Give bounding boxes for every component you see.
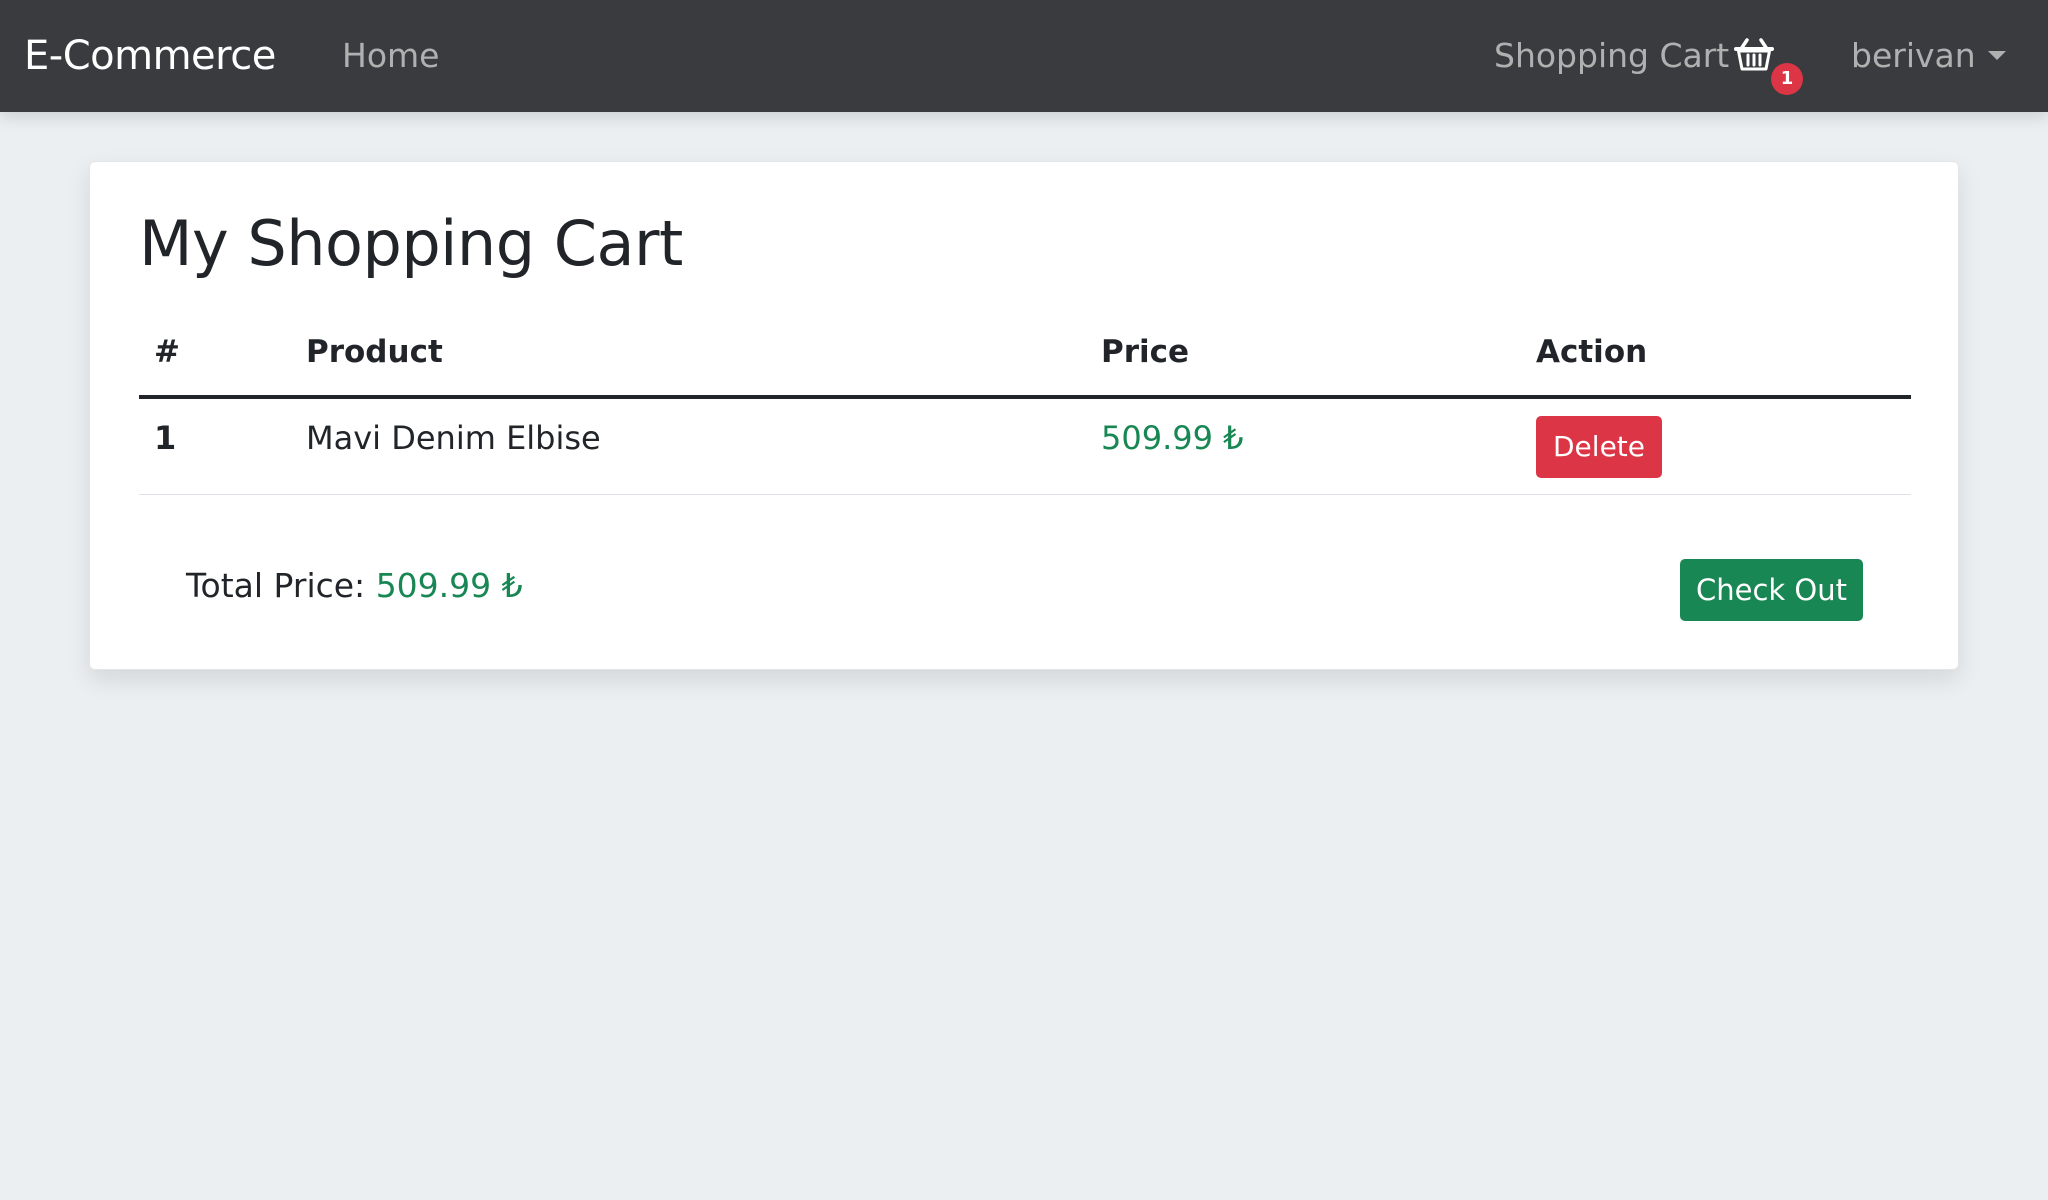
total-price-label: Total Price:	[186, 566, 366, 605]
column-header-index: #	[154, 334, 180, 370]
table-header-divider	[139, 395, 1911, 399]
delete-button[interactable]: Delete	[1536, 416, 1662, 478]
check-out-button[interactable]: Check Out	[1680, 559, 1863, 621]
top-navbar: E-Commerce Home Shopping Cart 1 berivan	[0, 0, 2048, 112]
column-header-product: Product	[306, 334, 443, 370]
cart-count-badge: 1	[1771, 63, 1803, 95]
user-menu-toggle[interactable]: berivan	[1851, 36, 1976, 76]
brand-link[interactable]: E-Commerce	[24, 32, 276, 80]
row-divider	[139, 494, 1911, 495]
page-title: My Shopping Cart	[139, 207, 683, 280]
total-price-value: 509.99 ₺	[375, 566, 523, 605]
shopping-cart-card: My Shopping Cart # Product Price Action …	[89, 161, 1959, 670]
total-price: Total Price: 509.99 ₺	[186, 566, 523, 606]
column-header-price: Price	[1101, 334, 1190, 370]
row-product-name: Mavi Denim Elbise	[306, 419, 601, 457]
column-header-action: Action	[1536, 334, 1648, 370]
basket-icon[interactable]	[1734, 36, 1774, 72]
row-price: 509.99 ₺	[1101, 419, 1244, 457]
chevron-down-icon[interactable]	[1988, 51, 2006, 60]
nav-shopping-cart-link[interactable]: Shopping Cart	[1494, 36, 1729, 76]
nav-home-link[interactable]: Home	[342, 36, 439, 76]
row-index: 1	[154, 419, 177, 457]
